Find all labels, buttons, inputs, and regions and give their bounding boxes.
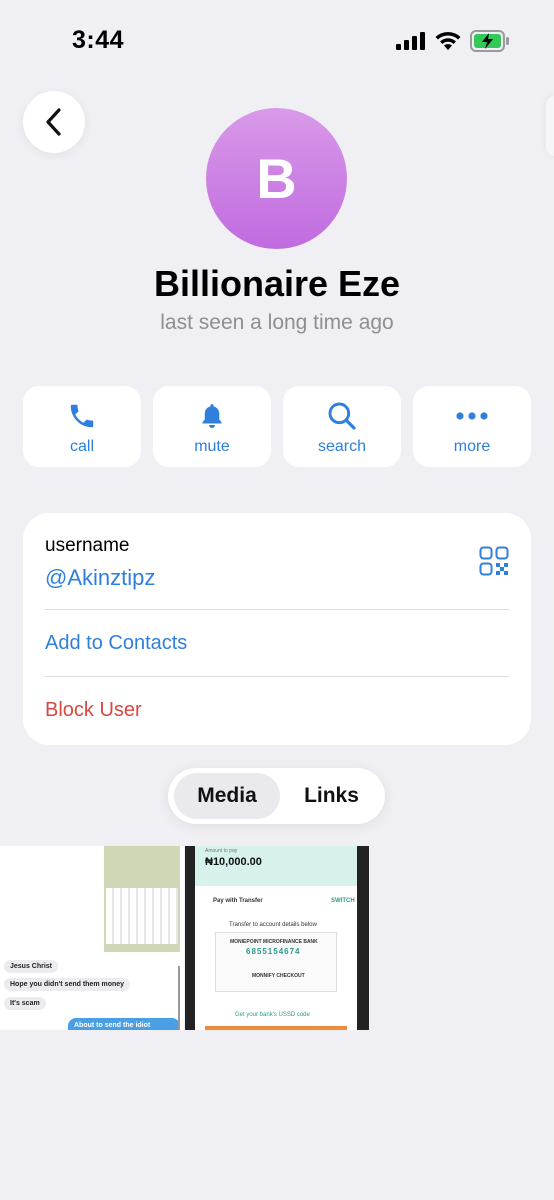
search-button[interactable]: search [283,386,401,467]
thumbnail-orange-button [205,1026,347,1030]
call-label: call [69,438,94,455]
thumbnail-chat-bubble: Jesus Christ [4,960,59,973]
divider [45,676,509,677]
tab-links[interactable]: Links [284,773,379,819]
thumbnail-ussd-link: Get your bank's USSD code [235,1012,310,1018]
qr-code-icon[interactable] [479,546,509,576]
call-button[interactable]: call [23,386,141,467]
wifi-icon [435,31,461,50]
battery-charging-icon [470,30,509,52]
avatar[interactable]: B [206,108,347,249]
thumbnail-chat-bubble: It's scam [4,997,46,1010]
thumbnail-outgoing-bubble: About to send the idiot money [68,1018,180,1030]
thumbnail-amount-label: Amount to pay [205,848,238,854]
profile-name: Billionaire Eze [153,263,401,304]
thumbnail-account-name: MONNIFY CHECKOUT [252,973,305,979]
status-time: 3:44 [72,26,125,54]
thumbnail-bank-name: MONIEPOINT MICROFINANCE BANK [230,939,318,945]
thumbnail-chat-bubble: Hope you didn't send them money [4,978,131,991]
thumbnail-account-number: 6855154674 [246,947,301,956]
media-thumbnail[interactable]: Jesus Christ Hope you didn't send them m… [0,846,184,1030]
thumbnail-pay-with: Pay with Transfer [213,898,263,904]
user-info-card: username @Akinztipz Add to Contacts Bloc… [23,513,531,745]
add-to-contacts-button[interactable]: Add to Contacts [45,632,187,655]
divider [45,609,509,610]
thumbnail-keyboard-keys [106,888,178,944]
media-thumbnail[interactable]: Amount to pay ₦10,000.00 Pay with Transf… [185,846,369,1030]
more-button[interactable]: more [413,386,531,467]
edge-indicator [546,96,554,156]
username-value[interactable]: @Akinztipz [45,565,155,591]
media-links-segmented-control: Media Links [168,768,385,824]
status-bar: 3:44 [0,0,554,80]
back-button[interactable] [23,91,85,153]
bell-icon [202,404,222,428]
phone-icon [70,404,94,428]
cellular-signal-icon [396,32,425,50]
thumbnail-payment-screen: Amount to pay ₦10,000.00 Pay with Transf… [195,846,357,1030]
block-user-button[interactable]: Block User [45,699,142,722]
thumbnail-amount: ₦10,000.00 [205,856,262,868]
thumbnail-transfer-note: Transfer to account details below [229,922,317,928]
tab-media[interactable]: Media [174,773,280,819]
thumbnail-switch: SWITCH [331,898,355,904]
username-label: username [45,535,130,556]
mute-button[interactable]: mute [153,386,271,467]
action-buttons: call mute search more [23,386,531,467]
chevron-left-icon [46,108,61,136]
last-seen-status: last seen a long time ago [160,311,394,334]
search-icon [328,402,356,430]
more-label: more [453,438,491,455]
mute-label: mute [194,438,230,455]
thumbnail-account-box: MONIEPOINT MICROFINANCE BANK 6855154674 … [215,932,337,992]
search-label: search [317,438,367,455]
thumbnail-scrollbar [178,966,180,1030]
more-icon [456,412,488,420]
thumbnail-amount-header: Amount to pay ₦10,000.00 [195,846,357,886]
